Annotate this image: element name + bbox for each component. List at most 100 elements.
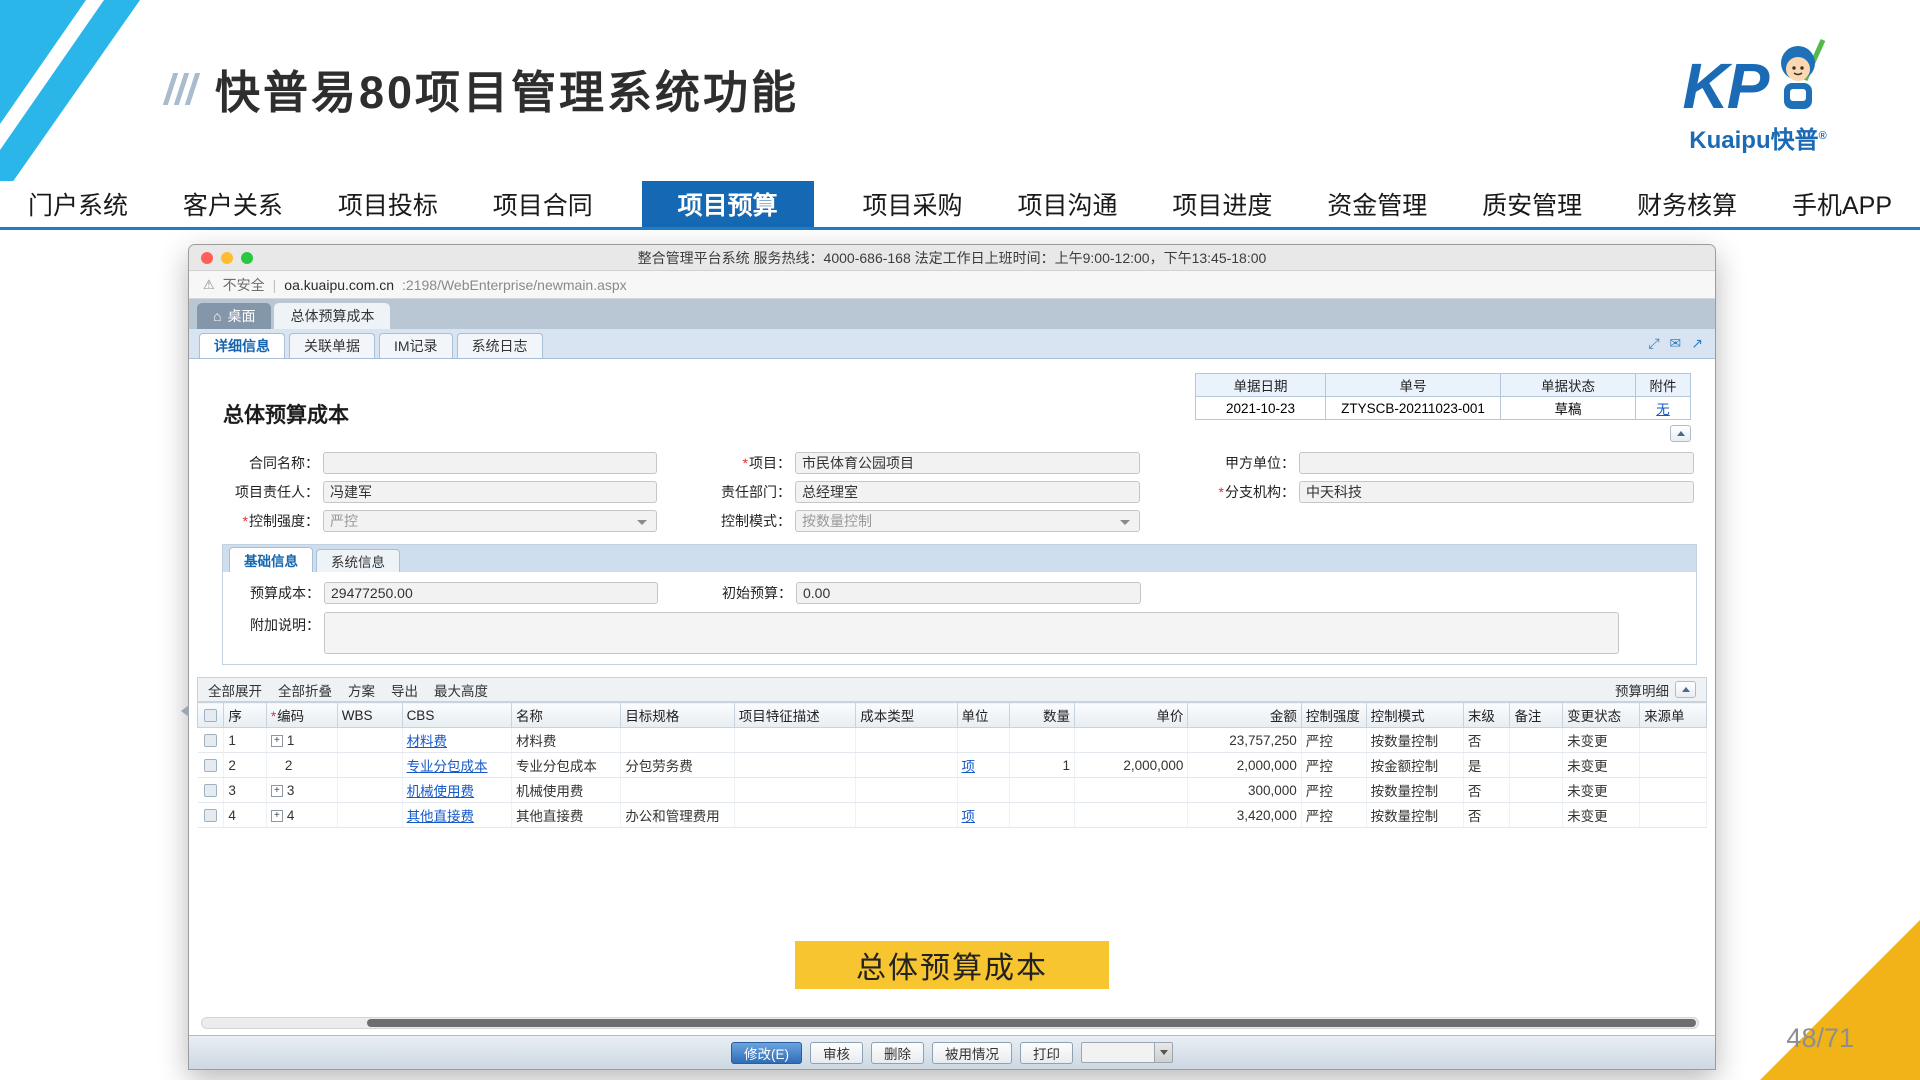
fullscreen-icon[interactable]: ⤢ bbox=[1648, 335, 1659, 352]
nav-item[interactable]: 手机APP bbox=[1786, 181, 1898, 227]
cell-link[interactable]: 材料费 bbox=[407, 734, 448, 749]
nav-item[interactable]: 资金管理 bbox=[1321, 181, 1433, 227]
share-icon[interactable]: ↗ bbox=[1691, 335, 1703, 352]
footer-button[interactable]: 打印 bbox=[1020, 1042, 1073, 1064]
col-label: 控制模式 bbox=[1371, 709, 1425, 724]
note-textarea[interactable] bbox=[324, 612, 1619, 654]
project-input[interactable] bbox=[795, 452, 1140, 474]
contract-input[interactable] bbox=[323, 452, 657, 474]
slide-header: 快普易80项目管理系统功能 bbox=[168, 56, 799, 121]
detail-tab[interactable]: IM记录 bbox=[379, 333, 453, 358]
checkbox-icon[interactable] bbox=[204, 709, 217, 722]
nav-item[interactable]: 项目投标 bbox=[332, 181, 444, 227]
address-bar[interactable]: ⚠ 不安全 | oa.kuaipu.com.cn:2198/WebEnterpr… bbox=[189, 271, 1715, 299]
checkbox-icon[interactable] bbox=[204, 734, 217, 747]
horizontal-scrollbar[interactable] bbox=[201, 1017, 1699, 1029]
security-label: 不安全 bbox=[223, 275, 265, 295]
table-row: 1+1材料费材料费23,757,250严控按数量控制否未变更 bbox=[198, 728, 1707, 753]
detail-tab[interactable]: 关联单据 bbox=[289, 333, 375, 358]
cell-feature bbox=[734, 803, 856, 828]
project-label: *项目： bbox=[661, 453, 791, 473]
cell-link[interactable]: 项 bbox=[962, 759, 976, 774]
party-input[interactable] bbox=[1299, 452, 1694, 474]
collapse-header-button[interactable] bbox=[1670, 425, 1691, 442]
detail-tab[interactable]: 详细信息 bbox=[199, 333, 285, 358]
chat-icon[interactable]: ✉ bbox=[1670, 335, 1682, 352]
branch-input[interactable] bbox=[1299, 481, 1694, 503]
section-tab[interactable]: 系统信息 bbox=[316, 549, 400, 572]
cell-link[interactable]: 项 bbox=[962, 809, 976, 824]
cell-name: 材料费 bbox=[511, 728, 620, 753]
cell-code: +1 bbox=[266, 728, 337, 753]
cell-link[interactable]: 其他直接费 bbox=[407, 809, 475, 824]
expand-icon[interactable]: + bbox=[271, 810, 283, 822]
toolbar-link[interactable]: 全部展开 bbox=[208, 680, 262, 700]
col-label: 名称 bbox=[516, 709, 543, 724]
budget-cost-input[interactable] bbox=[324, 582, 658, 604]
cell-seq: 4 bbox=[224, 803, 267, 828]
nav-item[interactable]: 项目沟通 bbox=[1011, 181, 1123, 227]
nav-item[interactable]: 项目预算 bbox=[642, 181, 814, 227]
panel-collapse-handle[interactable] bbox=[181, 705, 189, 717]
attachment-link[interactable]: 无 bbox=[1656, 402, 1670, 417]
nav-item[interactable]: 客户关系 bbox=[177, 181, 289, 227]
cell-spec bbox=[621, 778, 734, 803]
cell-cost_type bbox=[856, 728, 957, 753]
cell-cbs: 专业分包成本 bbox=[402, 753, 511, 778]
cell-seq: 1 bbox=[224, 728, 267, 753]
cell-link[interactable]: 专业分包成本 bbox=[407, 759, 488, 774]
cell-link[interactable]: 机械使用费 bbox=[407, 784, 475, 799]
nav-item[interactable]: 项目合同 bbox=[487, 181, 599, 227]
toolbar-link[interactable]: 导出 bbox=[391, 680, 418, 700]
mode-select[interactable]: 按数量控制 bbox=[795, 510, 1140, 532]
manager-input[interactable] bbox=[323, 481, 657, 503]
collapse-grid-button[interactable] bbox=[1675, 681, 1696, 698]
cell-source bbox=[1640, 803, 1707, 828]
window-tab[interactable]: 总体预算成本 bbox=[274, 303, 390, 329]
cell-price bbox=[1074, 803, 1187, 828]
checkbox-icon[interactable] bbox=[204, 759, 217, 772]
close-icon[interactable] bbox=[201, 252, 213, 264]
nav-item[interactable]: 项目进度 bbox=[1166, 181, 1278, 227]
cell-spec: 分包劳务费 bbox=[621, 753, 734, 778]
detail-tab[interactable]: 系统日志 bbox=[457, 333, 543, 358]
footer-button[interactable]: 修改(E) bbox=[731, 1042, 802, 1064]
checkbox-icon[interactable] bbox=[204, 784, 217, 797]
scrollbar-thumb[interactable] bbox=[367, 1019, 1696, 1027]
cell-wbs bbox=[337, 728, 402, 753]
strength-select[interactable]: 严控 bbox=[323, 510, 657, 532]
row-select[interactable] bbox=[198, 778, 224, 803]
toolbar-link[interactable]: 全部折叠 bbox=[278, 680, 332, 700]
row-select[interactable] bbox=[198, 728, 224, 753]
col-label: 编码 bbox=[277, 709, 304, 724]
toolbar-link[interactable]: 最大高度 bbox=[434, 680, 488, 700]
footer-button[interactable]: 被用情况 bbox=[932, 1042, 1012, 1064]
expand-icon[interactable]: + bbox=[271, 785, 283, 797]
grid-select-all[interactable] bbox=[198, 703, 224, 728]
nav-item[interactable]: 质安管理 bbox=[1476, 181, 1588, 227]
table-row: 4+4其他直接费其他直接费办公和管理费用项3,420,000严控按数量控制否未变… bbox=[198, 803, 1707, 828]
expand-icon[interactable]: + bbox=[271, 735, 283, 747]
contract-label: 合同名称： bbox=[229, 453, 319, 473]
row-select[interactable] bbox=[198, 803, 224, 828]
cell-remark bbox=[1510, 753, 1563, 778]
table-row: 22专业分包成本专业分包成本分包劳务费项12,000,0002,000,000严… bbox=[198, 753, 1707, 778]
window-tab[interactable]: ⌂桌面 bbox=[197, 303, 271, 329]
initial-budget-input[interactable] bbox=[796, 582, 1141, 604]
row-select[interactable] bbox=[198, 753, 224, 778]
nav-item[interactable]: 门户系统 bbox=[22, 181, 134, 227]
footer-dropdown[interactable] bbox=[1081, 1042, 1173, 1063]
section-tab[interactable]: 基础信息 bbox=[229, 547, 313, 572]
nav-item[interactable]: 财务核算 bbox=[1631, 181, 1743, 227]
checkbox-icon[interactable] bbox=[204, 809, 217, 822]
maximize-icon[interactable] bbox=[241, 252, 253, 264]
dept-input[interactable] bbox=[795, 481, 1140, 503]
footer-button[interactable]: 删除 bbox=[871, 1042, 924, 1064]
footer-button[interactable]: 审核 bbox=[810, 1042, 863, 1064]
cell-unit bbox=[957, 778, 1010, 803]
col-label: 目标规格 bbox=[625, 709, 679, 724]
nav-item[interactable]: 项目采购 bbox=[857, 181, 969, 227]
toolbar-link[interactable]: 方案 bbox=[348, 680, 375, 700]
minimize-icon[interactable] bbox=[221, 252, 233, 264]
doc-info-vals: 2021-10-23ZTYSCB-20211023-001草稿无 bbox=[1196, 397, 1691, 420]
